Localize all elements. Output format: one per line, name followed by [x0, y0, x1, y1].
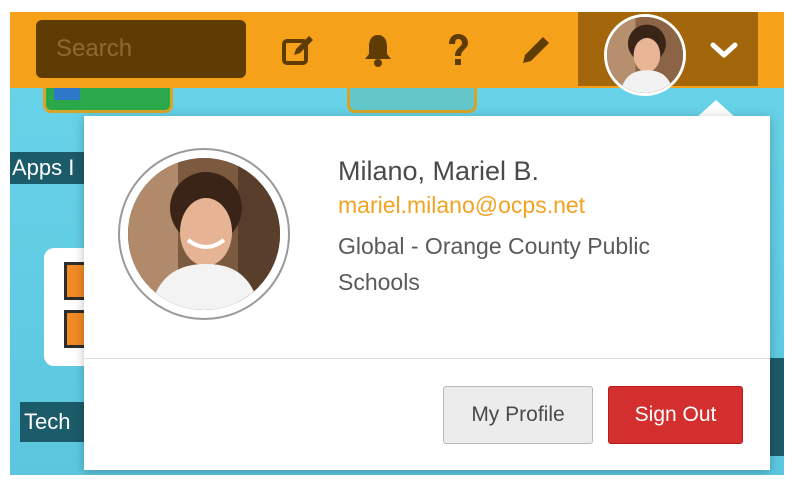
- top-toolbar: [10, 12, 784, 96]
- avatar-photo-icon: [607, 17, 683, 93]
- profile-organization: Global - Orange County Public Schools: [338, 233, 650, 295]
- divider: [84, 358, 770, 359]
- app-frame: Apps I Tech Search Milano, Mariel B. mar…: [10, 12, 784, 475]
- profile-menu-button[interactable]: [578, 12, 758, 96]
- chevron-down-icon: [710, 42, 738, 58]
- sign-out-button[interactable]: Sign Out: [608, 386, 743, 444]
- edit-button[interactable]: [276, 28, 320, 72]
- bell-icon: [365, 35, 391, 67]
- help-icon: [449, 34, 468, 65]
- my-profile-button[interactable]: My Profile: [443, 386, 593, 444]
- notifications-button[interactable]: [356, 28, 400, 72]
- apps-section-label: Apps I: [10, 152, 92, 184]
- profile-avatar: [118, 148, 290, 320]
- compose-button[interactable]: [514, 28, 558, 72]
- profile-email[interactable]: mariel.milano@ocps.net: [338, 192, 585, 219]
- profile-dropdown: Milano, Mariel B. mariel.milano@ocps.net…: [84, 116, 770, 470]
- search-input[interactable]: [36, 20, 246, 78]
- avatar-photo-icon: [128, 158, 280, 310]
- help-button[interactable]: [436, 28, 480, 72]
- edit-icon: [282, 36, 313, 65]
- profile-name: Milano, Mariel B.: [338, 156, 540, 186]
- avatar: [604, 14, 686, 96]
- pencil-icon: [523, 37, 549, 63]
